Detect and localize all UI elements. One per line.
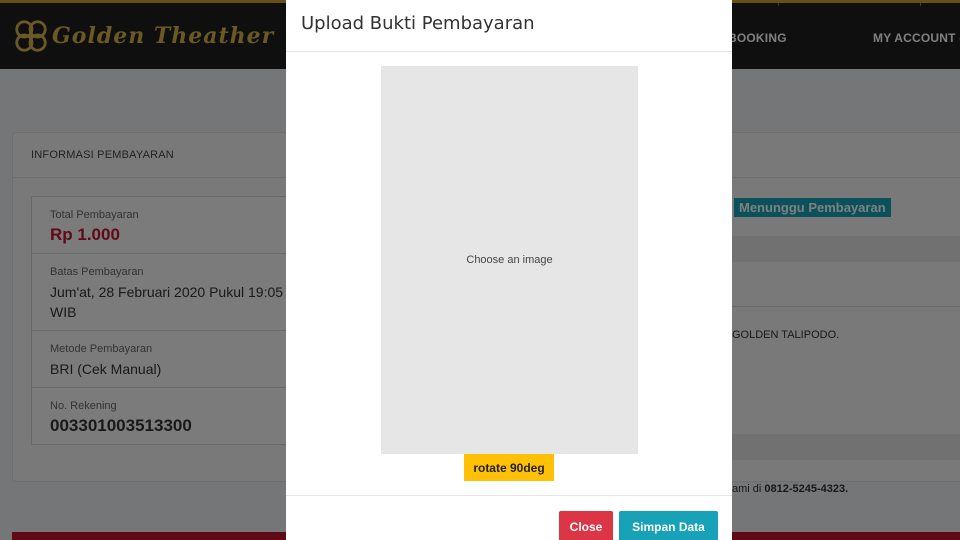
close-button[interactable]: Close [559,511,613,540]
save-button[interactable]: Simpan Data [619,511,718,540]
image-placeholder-text: Choose an image [466,254,553,266]
modal-title: Upload Bukti Pembayaran [301,13,535,34]
upload-modal: Upload Bukti Pembayaran Choose an image … [286,0,732,540]
image-upload-area[interactable]: Choose an image [381,66,638,454]
modal-header: Upload Bukti Pembayaran [286,0,732,52]
rotate-button[interactable]: rotate 90deg [464,454,554,481]
modal-footer: Close Simpan Data [286,495,732,540]
